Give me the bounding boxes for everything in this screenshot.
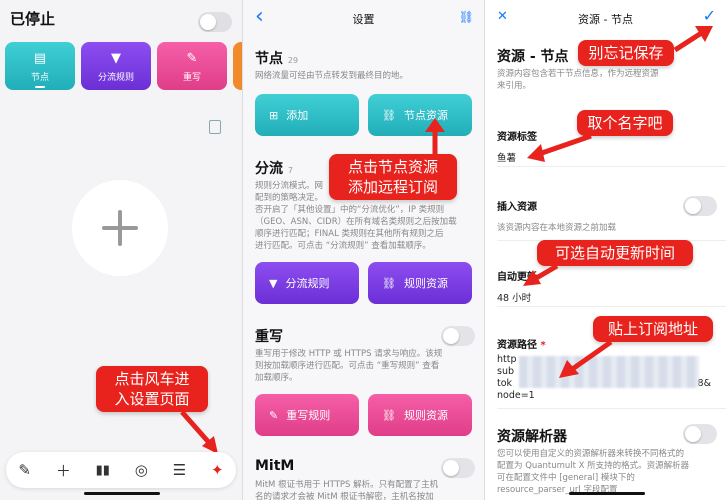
path-line: http	[497, 354, 517, 365]
add-node-button[interactable]: ⊞ 添加	[255, 94, 359, 136]
callout-node-resource: 点击节点资源 添加远程订阅	[329, 154, 457, 200]
path-label: 资源路径 *	[497, 340, 546, 351]
tile-filter[interactable]: ▼ 分流规则	[81, 42, 151, 90]
filter-icon: ▼	[111, 51, 121, 66]
link-icon: ⛓	[382, 408, 396, 422]
plus-icon[interactable]: ＋	[56, 460, 71, 481]
divider	[497, 408, 726, 409]
filter-count: 7	[287, 166, 293, 175]
path-line: tok	[497, 378, 513, 389]
parser-label: 资源解析器	[497, 429, 567, 445]
section-mitm-title: MitM	[255, 458, 295, 474]
status-label: 已停止	[10, 10, 56, 28]
callout-save: 别忘记保存	[578, 40, 674, 66]
path-line: node=1	[497, 390, 535, 401]
callout-arrow	[559, 340, 613, 378]
edit-icon[interactable]: ✎	[18, 461, 31, 479]
callout-arrow	[180, 410, 218, 454]
pencil-icon: ✎	[269, 408, 279, 422]
tile-rewrite-label: 重写	[182, 73, 201, 83]
link-icon: ⛓	[382, 108, 396, 122]
vpn-toggle[interactable]	[198, 12, 232, 32]
path-line-tail: 8&	[697, 378, 711, 389]
page-title: 设置	[352, 13, 375, 26]
rewrite-desc: 重写用于修改 HTTP 或 HTTPS 请求与响应。该规 则按加载顺序进行匹配。可…	[255, 349, 443, 383]
tab-bar: ✎ ＋ ▮▮ ◎ ☰ ✦	[6, 452, 236, 488]
nodes-desc: 网络流量可经由节点转发到最终目的地。	[255, 71, 409, 81]
rewrite-resource-button[interactable]: ⛓ 规则资源	[368, 394, 472, 436]
bars-icon[interactable]: ▮▮	[96, 463, 110, 478]
pencil-icon: ✎	[186, 51, 198, 66]
resource-heading: 资源 - 节点	[497, 49, 569, 65]
rewrite-resource-label: 规则资源	[403, 409, 448, 422]
link-icon[interactable]: ⛓	[459, 10, 474, 24]
parser-toggle[interactable]	[683, 424, 717, 444]
tile-nodes-label: 节点	[30, 73, 49, 83]
resource-panel: ✕ 资源 - 节点 ✓ 资源 - 节点 资源内容包含若干节点信息，作为远程资源来…	[484, 0, 726, 500]
add-widget-button[interactable]	[72, 180, 168, 276]
section-nodes-title: 节点 29	[255, 51, 299, 67]
callout-line: 添加远程订阅	[347, 178, 438, 196]
filter-rules-button[interactable]: ▼ 分流规则	[255, 262, 359, 304]
globe-icon[interactable]: ◎	[135, 461, 148, 479]
mitm-desc: MitM 根证书用于 HTTPS 解析。只有配置了主机 名的请求才会被 MitM …	[255, 480, 439, 500]
tile-next-partial[interactable]	[233, 42, 242, 90]
settings-panel: ‹ 设置 ⛓ 节点 29 网络流量可经由节点转发到最终目的地。 ⊞ 添加 ⛓ 节点资…	[242, 0, 484, 500]
path-line: sub	[497, 366, 515, 377]
divider	[497, 306, 726, 307]
tile-rewrite[interactable]: ✎ 重写	[157, 42, 227, 90]
filter-resource-button[interactable]: ⛓ 规则资源	[368, 262, 472, 304]
section-filter-title: 分流 7	[255, 161, 293, 177]
filter-resource-label: 规则资源	[403, 277, 448, 290]
link-icon: ⛓	[382, 276, 396, 290]
resource-heading-desc: 资源内容包含若干节点信息，作为远程资源 来引用。	[497, 69, 659, 91]
filter-rules-label: 分流规则	[285, 277, 330, 290]
callout-url: 贴上订阅地址	[593, 316, 713, 342]
rewrite-rules-button[interactable]: ✎ 重写规则	[255, 394, 359, 436]
insert-label: 插入资源	[497, 202, 537, 213]
callout-line: 点击节点资源	[347, 158, 438, 176]
parser-desc: 您可以使用自定义的资源解析器来转换不同格式的 配置为 Quantumult X 所…	[497, 449, 690, 495]
required-mark: *	[540, 340, 546, 351]
list-icon[interactable]: ☰	[173, 461, 186, 479]
rewrite-rules-label: 重写规则	[286, 409, 331, 422]
tile-nodes[interactable]: ▤ 节点	[5, 42, 75, 90]
callout-arrow	[527, 133, 592, 162]
callout-arrow	[673, 26, 713, 53]
insert-desc: 该资源内容在本地资源之前加载	[497, 223, 617, 233]
home-indicator	[84, 492, 160, 495]
add-node-icon: ⊞	[269, 108, 279, 122]
callout-line: 点击风车进	[114, 370, 190, 388]
section-rewrite-title: 重写	[255, 329, 283, 345]
callout-arrow	[425, 118, 445, 154]
tag-field[interactable]: 鱼薯	[497, 150, 516, 164]
add-node-label: 添加	[286, 109, 309, 122]
home-panel: 已停止 ▤ 节点 ▼ 分流规则 ✎ 重写 点击风车进 入设置页面 ✎ ＋ ▮▮ …	[0, 0, 242, 500]
insert-toggle[interactable]	[683, 196, 717, 216]
update-field[interactable]: 48 小时	[497, 290, 531, 304]
mitm-toggle[interactable]	[441, 458, 475, 478]
divider	[497, 166, 726, 167]
callout-arrow	[523, 263, 559, 286]
tile-underline	[35, 86, 45, 88]
nodes-count: 29	[287, 56, 299, 65]
tile-filter-label: 分流规则	[97, 73, 134, 83]
windmill-icon[interactable]: ✦	[211, 461, 224, 479]
home-indicator	[569, 492, 645, 495]
rewrite-toggle[interactable]	[441, 326, 475, 346]
filter-icon: ▼	[269, 276, 278, 290]
note-icon[interactable]	[209, 120, 221, 134]
server-icon: ▤	[33, 51, 47, 66]
